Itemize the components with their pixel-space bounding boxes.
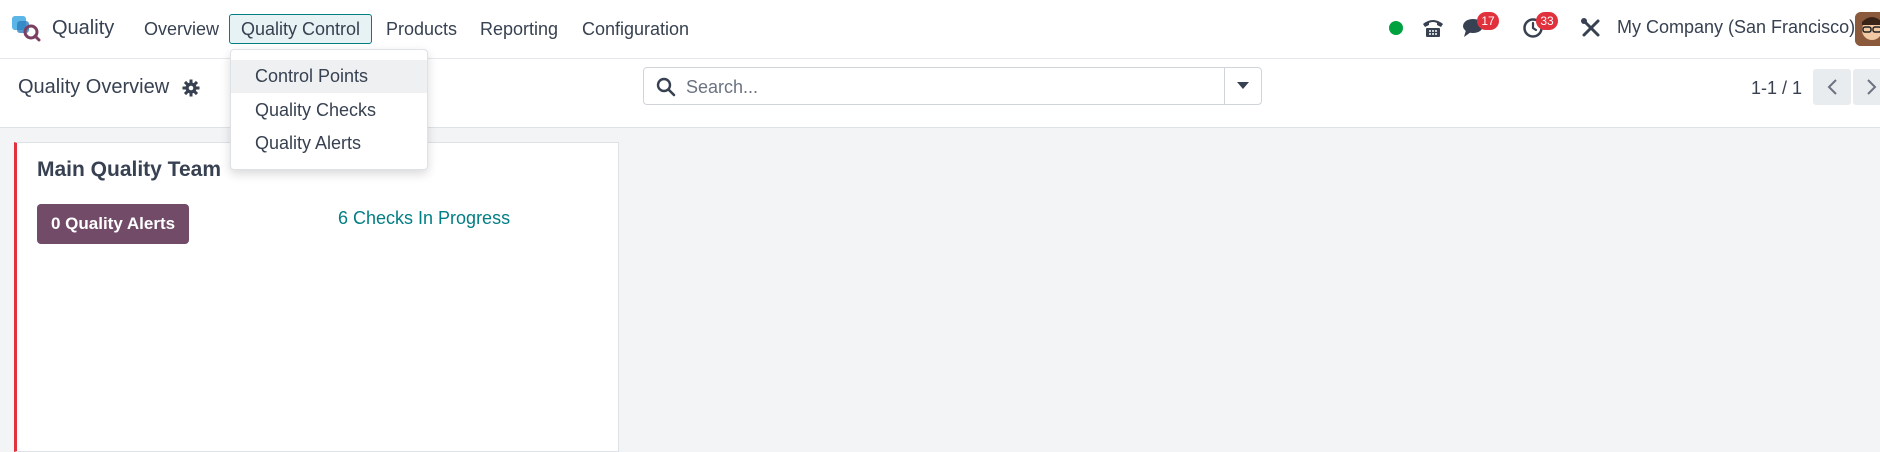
menu-configuration[interactable]: Configuration (570, 14, 701, 44)
pager-next-button[interactable] (1853, 69, 1880, 105)
menu-products[interactable]: Products (374, 14, 469, 44)
quality-control-dropdown: Control Points Quality Checks Quality Al… (230, 49, 428, 170)
dropdown-item-quality-alerts[interactable]: Quality Alerts (231, 127, 427, 160)
search-options-toggle[interactable] (1224, 68, 1261, 104)
gear-icon[interactable] (182, 79, 200, 97)
tools-icon[interactable] (1576, 14, 1606, 42)
checks-in-progress-link[interactable]: 6 Checks In Progress (338, 208, 510, 229)
team-title: Main Quality Team (37, 158, 221, 181)
search-input[interactable] (684, 68, 1208, 106)
menu-reporting[interactable]: Reporting (468, 14, 570, 44)
quality-team-card[interactable]: Main Quality Team 0 Quality Alerts 6 Che… (14, 142, 619, 452)
company-switcher[interactable]: My Company (San Francisco) (1617, 17, 1855, 38)
status-dot-icon[interactable] (1381, 14, 1411, 42)
chevron-left-icon (1827, 79, 1837, 95)
chevron-right-icon (1867, 79, 1877, 95)
search-icon (656, 77, 676, 97)
quality-alerts-button[interactable]: 0 Quality Alerts (37, 204, 190, 244)
dropdown-item-quality-checks[interactable]: Quality Checks (231, 94, 427, 127)
quality-app-icon[interactable] (11, 14, 41, 42)
page-title: Quality Overview (18, 76, 170, 98)
pager-value[interactable]: 1-1 / 1 (1751, 78, 1802, 99)
user-avatar[interactable] (1855, 12, 1880, 46)
menu-overview[interactable]: Overview (132, 14, 231, 44)
search-bar (643, 67, 1262, 106)
phone-icon[interactable] (1418, 14, 1448, 42)
menu-quality-control[interactable]: Quality Control (229, 14, 373, 44)
messages-badge: 17 (1477, 12, 1499, 30)
dropdown-item-control-points[interactable]: Control Points (231, 60, 427, 93)
activities-badge: 33 (1536, 12, 1558, 30)
caret-down-icon (1237, 82, 1249, 89)
pager-previous-button[interactable] (1813, 69, 1851, 105)
app-name[interactable]: Quality (52, 17, 114, 40)
